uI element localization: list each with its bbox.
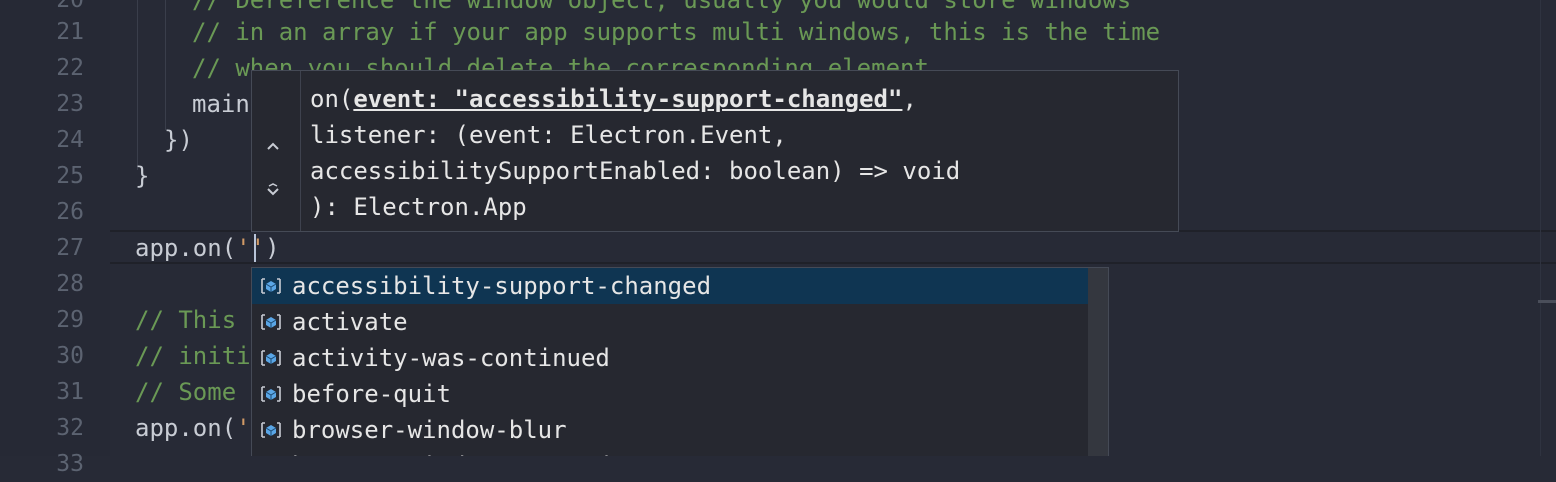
code-line-32: app.on(' (135, 410, 251, 446)
code-line-21: // in an array if your app supports mult… (192, 18, 1161, 46)
parameter-hints-widget: on(event: "accessibility-support-changed… (251, 70, 1179, 232)
line-number: 32 (56, 415, 84, 441)
property-icon (261, 350, 281, 366)
line-number: 31 (56, 379, 84, 405)
signature-text: on(event: "accessibility-support-changed… (310, 81, 960, 225)
signature-line: ): Electron.App (310, 193, 527, 221)
line-number: 33 (56, 451, 84, 477)
line-number: 29 (56, 307, 84, 333)
suggestion-item[interactable]: browser-window-created (252, 448, 1088, 456)
line-number: 23 (56, 91, 84, 117)
suggestion-label: activity-was-continued (292, 344, 610, 372)
code-text: app.on( (135, 414, 237, 442)
chevron-up-icon[interactable] (262, 135, 284, 157)
code-line-30: // initi (135, 342, 251, 370)
code-line-24: }) (164, 126, 193, 154)
code-line-31: // Some (135, 378, 237, 406)
signature-suffix: , (902, 85, 917, 113)
line-number: 27 (56, 235, 84, 261)
code-text: app.on( (135, 234, 237, 262)
string-quote: ' (250, 234, 266, 262)
suggestion-label: browser-window-created (292, 448, 610, 456)
code-line-25: } (135, 162, 150, 190)
suggestion-item[interactable]: activate (252, 304, 1088, 340)
string-quote: ' (236, 234, 251, 262)
suggestion-item[interactable]: browser-window-blur (252, 412, 1088, 448)
suggest-widget[interactable]: accessibility-support-changed activate a… (251, 267, 1109, 456)
suggest-scrollbar[interactable] (1088, 268, 1108, 456)
indent-guide (165, 0, 166, 130)
property-icon (261, 386, 281, 402)
suggestion-label: accessibility-support-changed (292, 272, 712, 300)
suggestion-label: before-quit (292, 380, 451, 408)
code-line-27: app.on('') (135, 230, 280, 266)
overview-ruler-marker (1538, 300, 1556, 303)
property-icon (261, 314, 281, 330)
line-number: 26 (56, 199, 84, 225)
indent-guide (137, 0, 138, 170)
suggestion-label: activate (292, 308, 408, 336)
suggestion-item[interactable]: activity-was-continued (252, 340, 1088, 376)
suggestion-item[interactable]: accessibility-support-changed (252, 268, 1108, 304)
signature-prefix: on( (310, 85, 354, 113)
property-icon (261, 422, 281, 438)
signature-line: listener: (event: Electron.Event, (310, 121, 787, 149)
code-line-23: main (192, 90, 250, 118)
overview-ruler[interactable] (1540, 0, 1556, 456)
line-number: 22 (56, 55, 84, 81)
signature-line: accessibilitySupportEnabled: boolean) =>… (310, 157, 961, 185)
signature-nav (252, 71, 301, 231)
code-text: ) (265, 234, 280, 262)
property-icon (261, 278, 281, 294)
line-number: 25 (56, 163, 84, 189)
line-number: 21 (56, 19, 84, 45)
line-number-gutter: 20 21 22 23 24 25 26 27 28 29 30 31 32 3… (0, 0, 110, 477)
line-number: 24 (56, 127, 84, 153)
suggestion-item[interactable]: before-quit (252, 376, 1088, 412)
suggestion-label: browser-window-blur (292, 416, 567, 444)
line-number: 30 (56, 343, 84, 369)
line-number: 28 (56, 271, 84, 297)
active-parameter: event: "accessibility-support-changed" (353, 85, 903, 113)
current-line-border (110, 262, 1556, 264)
chevron-down-icon[interactable] (262, 181, 284, 203)
signature-line: on(event: "accessibility-support-changed… (310, 81, 960, 117)
string-quote: ' (236, 414, 251, 442)
text-cursor (254, 234, 256, 262)
code-line-29: // This (135, 306, 237, 334)
